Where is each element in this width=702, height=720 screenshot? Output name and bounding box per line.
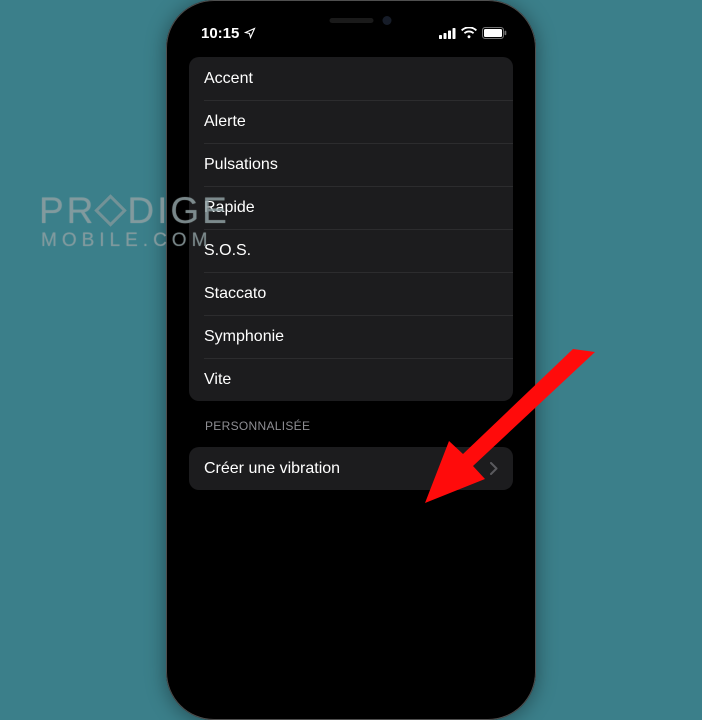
row-label: Vite xyxy=(204,371,231,389)
chevron-right-icon xyxy=(490,462,498,475)
vibration-row-rapide[interactable]: Rapide xyxy=(189,186,513,229)
section-header-custom: PERSONNALISÉE xyxy=(189,401,513,439)
phone-frame: 10:15 xyxy=(166,0,536,720)
row-label: Accent xyxy=(204,70,253,88)
vibration-row-accent[interactable]: Accent xyxy=(189,57,513,100)
vibration-row-alerte[interactable]: Alerte xyxy=(189,100,513,143)
settings-content: Accent Alerte Pulsations Rapide S.O.S. S… xyxy=(175,57,527,490)
front-camera xyxy=(383,16,392,25)
speaker xyxy=(329,18,373,23)
vibration-row-pulsations[interactable]: Pulsations xyxy=(189,143,513,186)
status-time: 10:15 xyxy=(201,25,239,42)
vibration-row-staccato[interactable]: Staccato xyxy=(189,272,513,315)
phone-notch xyxy=(269,9,434,33)
row-label: Rapide xyxy=(204,199,255,217)
vibration-row-symphonie[interactable]: Symphonie xyxy=(189,315,513,358)
row-label: Alerte xyxy=(204,113,246,131)
create-vibration-row[interactable]: Créer une vibration xyxy=(189,447,513,490)
wifi-icon xyxy=(461,27,477,39)
row-label: Pulsations xyxy=(204,156,278,174)
standard-vibrations-group: Accent Alerte Pulsations Rapide S.O.S. S… xyxy=(189,57,513,401)
vibration-row-sos[interactable]: S.O.S. xyxy=(189,229,513,272)
phone-screen: 10:15 xyxy=(175,9,527,711)
diamond-icon xyxy=(95,194,128,227)
watermark-text: PR xyxy=(39,192,96,229)
battery-icon xyxy=(482,27,507,39)
cellular-signal-icon xyxy=(439,28,456,39)
vibration-row-vite[interactable]: Vite xyxy=(189,358,513,401)
location-arrow-icon xyxy=(244,27,256,39)
row-label: S.O.S. xyxy=(204,242,251,260)
row-label: Symphonie xyxy=(204,328,284,346)
custom-vibrations-group: Créer une vibration xyxy=(189,447,513,490)
row-label: Créer une vibration xyxy=(204,460,340,478)
row-label: Staccato xyxy=(204,285,266,303)
